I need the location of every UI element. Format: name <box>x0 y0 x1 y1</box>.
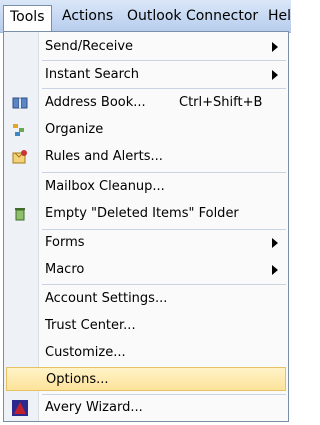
menu-item-label: Trust Center... <box>45 318 136 333</box>
menu-item-label: Account Settings... <box>45 291 168 306</box>
menu-item-trust-center[interactable]: Trust Center... <box>6 314 286 338</box>
organize-icon <box>12 122 28 138</box>
separator <box>42 229 286 230</box>
menu-item-account-settings[interactable]: Account Settings... <box>6 287 286 311</box>
submenu-arrow-icon <box>272 70 278 80</box>
menu-item-address-book[interactable]: Address Book... Ctrl+Shift+B <box>6 91 286 115</box>
menu-item-label: Customize... <box>45 345 126 360</box>
tools-dropdown: Send/Receive Instant Search Address Book… <box>3 31 289 422</box>
menu-item-label: Empty "Deleted Items" Folder <box>45 206 239 221</box>
menu-outlook-connector[interactable]: Outlook Connector <box>121 5 264 27</box>
menu-item-macro[interactable]: Macro <box>6 258 286 282</box>
menu-item-label: Send/Receive <box>45 39 134 54</box>
menu-bar: Tools Actions Outlook Connector Hel <box>0 0 291 33</box>
menu-help[interactable]: Hel <box>262 5 297 27</box>
separator <box>42 394 286 395</box>
recycle-bin-icon <box>12 206 28 222</box>
menu-item-empty-deleted[interactable]: Empty "Deleted Items" Folder <box>6 202 286 226</box>
menu-item-instant-search[interactable]: Instant Search <box>6 63 286 87</box>
shortcut-label: Ctrl+Shift+B <box>179 95 263 110</box>
avery-icon <box>12 400 28 416</box>
separator <box>42 172 286 173</box>
menu-item-mailbox-cleanup[interactable]: Mailbox Cleanup... <box>6 175 286 199</box>
menu-item-label: Avery Wizard... <box>45 400 143 415</box>
menu-item-organize[interactable]: Organize <box>6 118 286 142</box>
menu-item-label: Options... <box>46 372 109 387</box>
submenu-arrow-icon <box>272 265 278 275</box>
menu-item-customize[interactable]: Customize... <box>6 341 286 365</box>
menu-item-label: Forms <box>45 235 85 250</box>
menu-item-label: Macro <box>45 262 85 277</box>
submenu-arrow-icon <box>272 238 278 248</box>
menu-item-send-receive[interactable]: Send/Receive <box>6 35 286 59</box>
menu-item-label: Rules and Alerts... <box>45 149 163 164</box>
menu-item-forms[interactable]: Forms <box>6 231 286 255</box>
submenu-arrow-icon <box>272 42 278 52</box>
menu-tools[interactable]: Tools <box>3 5 52 33</box>
menu-actions[interactable]: Actions <box>56 5 119 27</box>
rules-icon <box>12 149 28 165</box>
menu-item-rules-alerts[interactable]: Rules and Alerts... <box>6 145 286 169</box>
menu-item-options[interactable]: Options... <box>6 367 286 391</box>
separator <box>42 284 286 285</box>
separator <box>42 88 286 89</box>
separator <box>42 60 286 61</box>
menu-item-label: Address Book... <box>45 95 146 110</box>
menu-item-avery-wizard[interactable]: Avery Wizard... <box>6 396 286 420</box>
menu-item-label: Instant Search <box>45 67 140 82</box>
book-icon <box>12 95 28 111</box>
menu-item-label: Organize <box>45 122 104 137</box>
menu-item-label: Mailbox Cleanup... <box>45 179 165 194</box>
